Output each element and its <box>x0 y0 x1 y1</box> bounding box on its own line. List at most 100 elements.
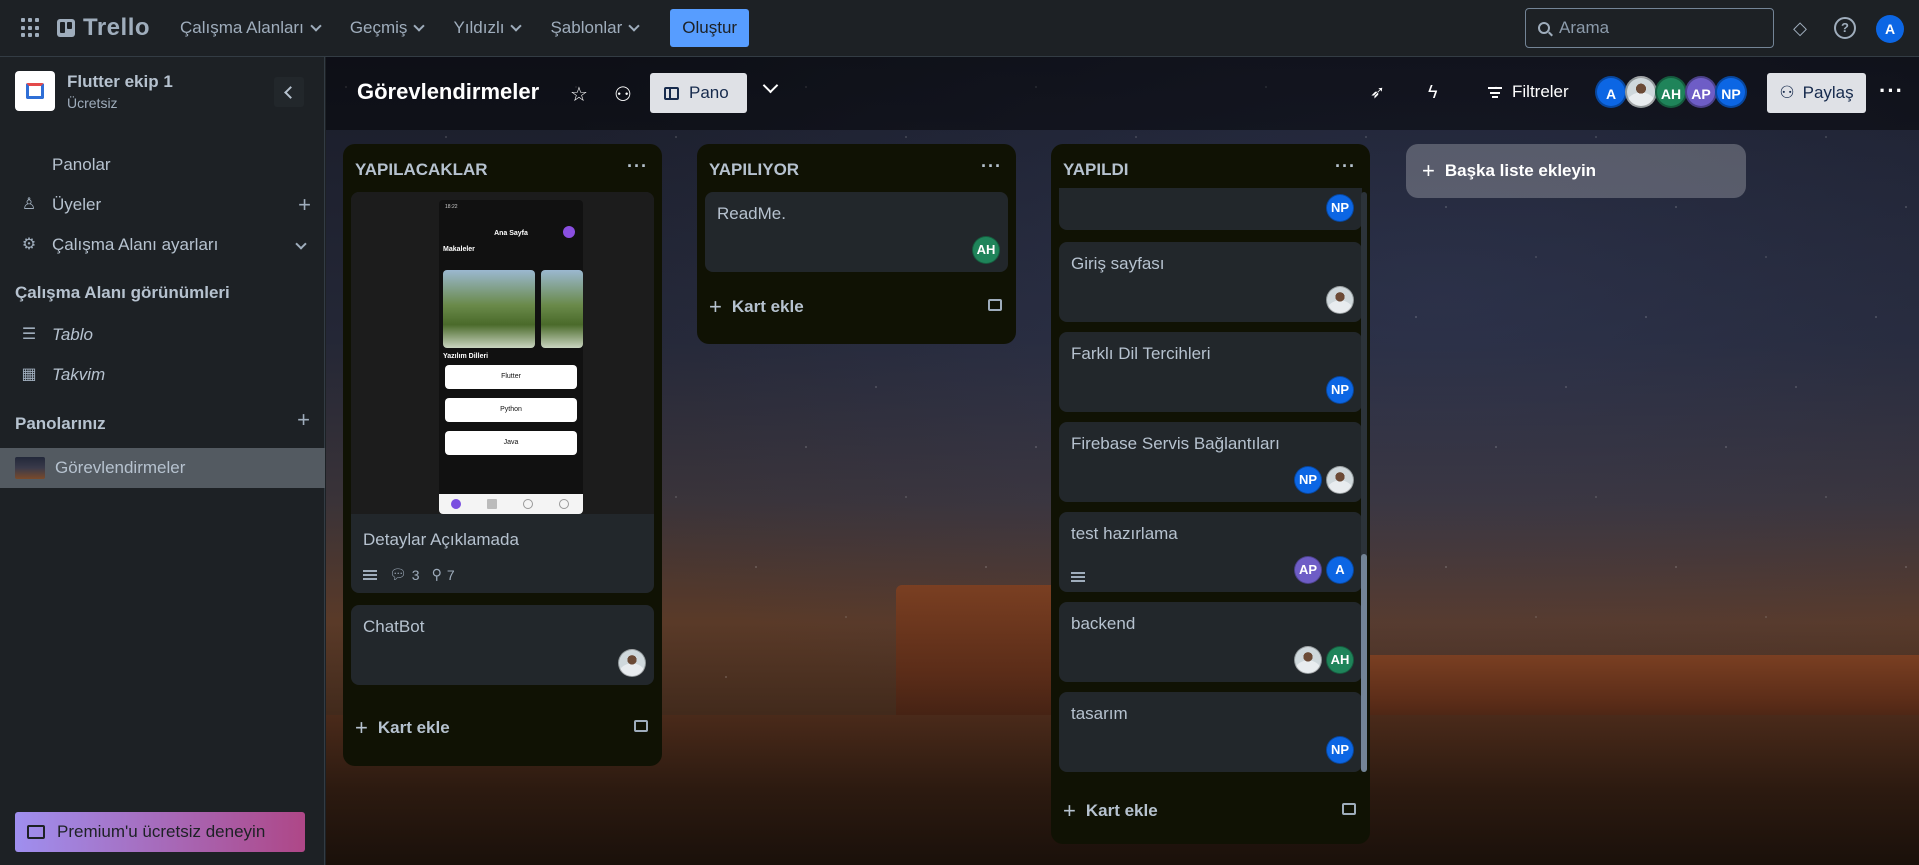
board-title[interactable]: Görevlendirmeler <box>357 79 539 105</box>
add-member-icon[interactable]: + <box>298 192 311 218</box>
notifications-icon[interactable]: ◇ <box>1789 17 1811 39</box>
list-title[interactable]: YAPILDI <box>1063 160 1129 180</box>
sidebar-item-boards[interactable]: Panolar <box>0 145 325 185</box>
member-avatar[interactable] <box>1294 646 1322 674</box>
list-menu-icon[interactable]: ··· <box>627 156 648 177</box>
filters-button[interactable]: Filtreler <box>1478 73 1579 111</box>
add-card-label: Kart ekle <box>1085 801 1158 820</box>
chevron-down-icon[interactable] <box>762 77 779 94</box>
member-avatar[interactable] <box>1326 466 1354 494</box>
card[interactable]: test hazırlama AP A <box>1059 512 1362 592</box>
card[interactable]: 18:22 Ana Sayfa Makaleler Yazılım Diller… <box>351 192 654 593</box>
nav-starred[interactable]: Yıldızlı <box>441 10 532 46</box>
member-avatar[interactable]: A <box>1595 76 1627 108</box>
chevron-down-icon <box>413 19 426 32</box>
member-avatar[interactable] <box>1625 76 1657 108</box>
member-avatar[interactable]: NP <box>1715 76 1747 108</box>
add-card-button[interactable]: + Kart ekle <box>709 294 804 320</box>
list-scrollbar[interactable] <box>1361 192 1367 772</box>
card-title: Firebase Servis Bağlantıları <box>1071 434 1280 453</box>
chevron-down-icon <box>310 19 322 32</box>
add-card-button[interactable]: + Kart ekle <box>1063 798 1158 824</box>
card[interactable]: Farklı Dil Tercihleri NP <box>1059 332 1362 412</box>
top-navigation-bar: Trello Çalışma Alanları Geçmiş Yıldızlı … <box>0 0 1919 57</box>
list-menu-icon[interactable]: ··· <box>981 156 1002 177</box>
card-template-icon[interactable] <box>634 720 648 732</box>
card[interactable]: ReadMe. AH <box>705 192 1008 272</box>
member-avatar[interactable]: AH <box>972 236 1000 264</box>
card-members <box>1326 286 1354 314</box>
search-input[interactable]: Arama <box>1525 8 1774 48</box>
card-template-icon[interactable] <box>988 299 1002 311</box>
collapse-sidebar-button[interactable] <box>274 77 304 107</box>
scrollbar-thumb[interactable] <box>1361 554 1367 772</box>
card-title: backend <box>1071 614 1136 633</box>
nav-workspaces[interactable]: Çalışma Alanları <box>168 10 332 46</box>
member-avatar[interactable]: AP <box>1294 556 1322 584</box>
add-person-icon: ⚇ <box>1779 83 1795 102</box>
member-avatar[interactable]: AH <box>1655 76 1687 108</box>
plus-icon: + <box>1422 158 1435 183</box>
card[interactable]: Firebase Servis Bağlantıları NP <box>1059 422 1362 502</box>
add-list-button[interactable]: + Başka liste ekleyin <box>1406 144 1746 198</box>
sidebar-item-label: Takvim <box>52 365 106 384</box>
board-view-button[interactable]: Pano <box>650 73 747 113</box>
lightning-icon[interactable]: ϟ <box>1428 82 1438 103</box>
member-avatar[interactable]: NP <box>1294 466 1322 494</box>
card-badges <box>1071 572 1085 582</box>
account-avatar[interactable]: A <box>1876 15 1904 43</box>
card-cover: 18:22 Ana Sayfa Makaleler Yazılım Diller… <box>351 192 654 514</box>
help-icon[interactable]: ? <box>1834 17 1856 39</box>
sidebar-item-members[interactable]: ♙ Üyeler + <box>0 185 325 225</box>
create-button[interactable]: Oluştur <box>670 9 750 47</box>
list-title[interactable]: YAPILIYOR <box>709 160 799 180</box>
plus-icon: + <box>355 715 368 740</box>
card[interactable]: backend AH <box>1059 602 1362 682</box>
visibility-icon[interactable]: ⚇ <box>614 82 632 107</box>
member-avatar[interactable] <box>1326 286 1354 314</box>
sidebar-item-settings[interactable]: ⚙ Çalışma Alanı ayarları <box>0 225 325 265</box>
nav-recent[interactable]: Geçmiş <box>338 10 436 46</box>
card-title: ReadMe. <box>717 204 786 223</box>
premium-trial-button[interactable]: Premium'u ücretsiz deneyin <box>15 812 305 852</box>
card[interactable]: NP <box>1059 188 1362 230</box>
card[interactable]: ChatBot <box>351 605 654 685</box>
member-avatar[interactable]: NP <box>1326 736 1354 764</box>
phone-language-button: Java <box>445 431 577 455</box>
card-title: ChatBot <box>363 617 425 636</box>
sidebar-board-item[interactable]: Görevlendirmeler <box>0 448 325 488</box>
filter-label: Filtreler <box>1512 82 1569 101</box>
gear-icon: ⚙ <box>21 236 37 253</box>
star-icon[interactable]: ☆ <box>570 82 588 107</box>
sidebar-item-table[interactable]: ☰ Tablo <box>0 315 325 355</box>
share-button[interactable]: ⚇ Paylaş <box>1767 73 1866 113</box>
search-placeholder: Arama <box>1559 18 1610 37</box>
card[interactable]: tasarım NP <box>1059 692 1362 772</box>
add-card-button[interactable]: + Kart ekle <box>355 715 450 741</box>
app-switcher-icon[interactable] <box>21 18 41 38</box>
card-title: Detaylar Açıklamada <box>363 530 519 549</box>
more-icon[interactable]: ··· <box>1879 78 1904 104</box>
card-template-icon[interactable] <box>1342 803 1356 815</box>
list-title[interactable]: YAPILACAKLAR <box>355 160 488 180</box>
card-members: NP <box>1326 376 1354 404</box>
chevron-down-icon[interactable] <box>295 238 307 250</box>
list-menu-icon[interactable]: ··· <box>1335 156 1356 177</box>
card-title: Farklı Dil Tercihleri <box>1071 344 1211 363</box>
member-avatar[interactable] <box>618 649 646 677</box>
add-board-icon[interactable]: + <box>297 407 310 433</box>
list-done: YAPILDI ··· NP Giriş sayfası Farklı Dil … <box>1051 144 1370 844</box>
nav-templates[interactable]: Şablonlar <box>538 10 650 46</box>
phone-article-image <box>443 270 535 348</box>
member-avatar[interactable]: NP <box>1326 376 1354 404</box>
card[interactable]: Giriş sayfası <box>1059 242 1362 322</box>
rocket-icon[interactable]: ➶ <box>1370 82 1385 103</box>
main-nav: Çalışma Alanları Geçmiş Yıldızlı Şablonl… <box>168 9 750 47</box>
trello-logo[interactable]: Trello <box>57 14 150 42</box>
workspace-header: Flutter ekip 1 Ücretsiz <box>15 71 173 111</box>
member-avatar[interactable]: AH <box>1326 646 1354 674</box>
member-avatar[interactable]: A <box>1326 556 1354 584</box>
sidebar-item-calendar[interactable]: ▦ Takvim <box>0 355 325 395</box>
member-avatar[interactable]: NP <box>1326 194 1354 222</box>
member-avatar[interactable]: AP <box>1685 76 1717 108</box>
